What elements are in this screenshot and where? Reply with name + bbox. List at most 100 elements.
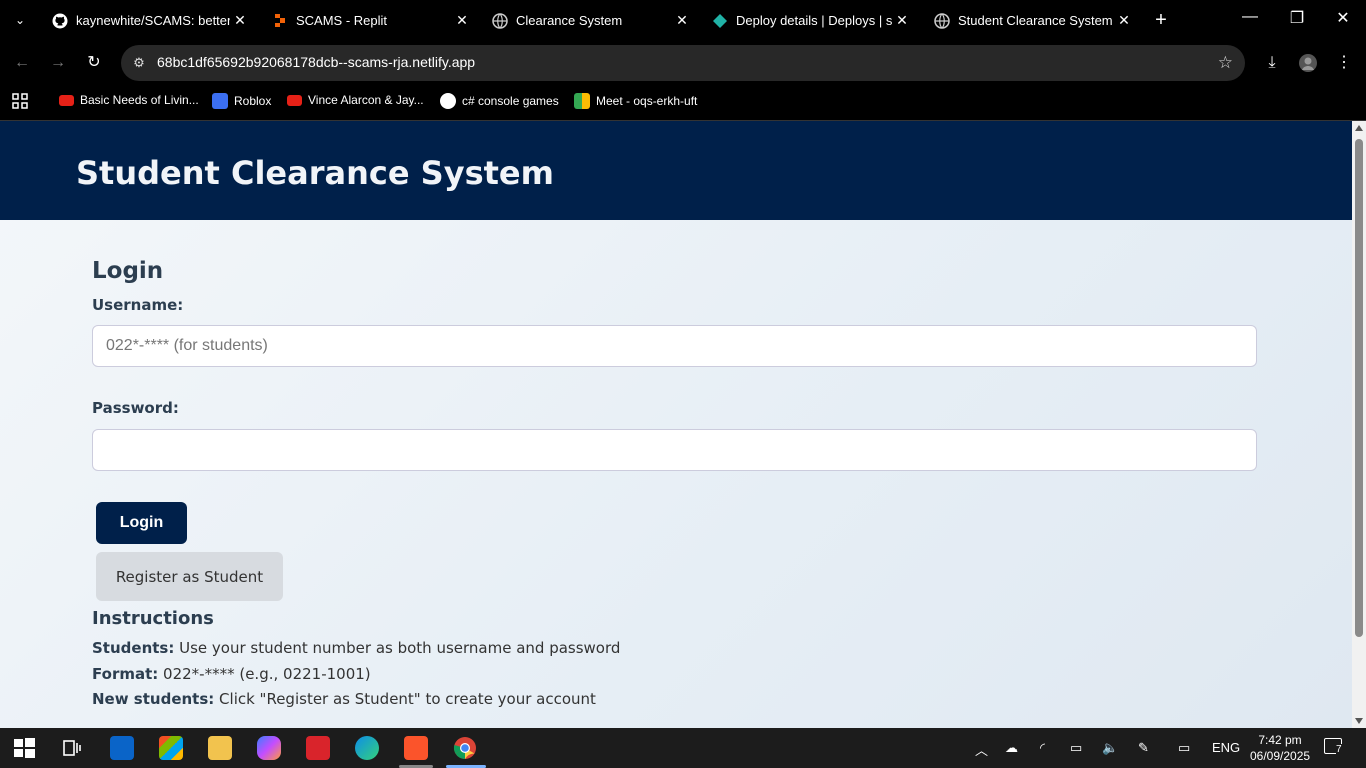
- globe-icon: [492, 12, 508, 29]
- close-icon[interactable]: ✕: [452, 12, 472, 29]
- file-explorer-icon[interactable]: [208, 736, 232, 760]
- tab-title: Deploy details | Deploys | sc: [736, 13, 892, 28]
- instruction-text: 022*-**** (e.g., 0221-1001): [158, 665, 371, 683]
- bookmark-item[interactable]: Meet - oqs-erkh-uft: [574, 93, 697, 109]
- scroll-down-icon[interactable]: [1355, 718, 1363, 724]
- close-icon[interactable]: ✕: [1114, 12, 1134, 29]
- forward-icon[interactable]: →: [46, 51, 70, 75]
- bookmark-label: c# console games: [462, 94, 559, 108]
- close-window-icon[interactable]: ✕: [1328, 8, 1358, 28]
- minimize-icon[interactable]: —: [1235, 8, 1265, 26]
- username-label: Username:: [92, 296, 184, 314]
- tab-replit[interactable]: SCAMS - Replit ✕: [260, 0, 478, 41]
- youtube-icon: [59, 94, 74, 106]
- instruction-line: Students: Use your student number as bot…: [92, 639, 620, 657]
- clock[interactable]: 7:42 pm 06/09/2025: [1250, 732, 1310, 764]
- login-button[interactable]: Login: [96, 502, 187, 544]
- close-icon[interactable]: ✕: [892, 12, 912, 29]
- instruction-line: Format: 022*-**** (e.g., 0221-1001): [92, 665, 371, 683]
- bookmark-star-icon[interactable]: ☆: [1218, 53, 1233, 73]
- apps-icon[interactable]: [12, 93, 28, 109]
- tab-scams-github[interactable]: kaynewhite/SCAMS: better c ✕: [40, 0, 256, 41]
- time-text: 7:42 pm: [1258, 733, 1302, 747]
- outlook-icon[interactable]: [110, 736, 134, 760]
- github-icon: [52, 13, 68, 28]
- instruction-label: New students:: [92, 690, 215, 708]
- password-label: Password:: [92, 399, 179, 417]
- reload-icon[interactable]: ↻: [82, 51, 106, 75]
- bookmark-item[interactable]: Basic Needs of Livin...: [59, 93, 199, 107]
- instruction-line: New students: Click "Register as Student…: [92, 690, 596, 708]
- notification-icon[interactable]: 7: [1324, 738, 1342, 757]
- menu-icon[interactable]: ⋮: [1332, 51, 1356, 75]
- store-icon[interactable]: [159, 736, 183, 760]
- wifi-icon[interactable]: ◜: [1040, 740, 1045, 756]
- bookmark-item[interactable]: Vince Alarcon & Jay...: [287, 93, 424, 107]
- instruction-text: Use your student number as both username…: [174, 639, 621, 657]
- register-button[interactable]: Register as Student: [96, 552, 283, 601]
- pen-icon[interactable]: ✎: [1138, 740, 1149, 756]
- page-viewport: Student Clearance System Login Username:…: [0, 121, 1352, 728]
- copilot-icon[interactable]: [257, 736, 281, 760]
- replit-icon: [275, 13, 285, 27]
- close-icon[interactable]: ✕: [672, 12, 692, 29]
- volume-icon[interactable]: 🔈: [1102, 740, 1118, 756]
- tab-title: Clearance System: [516, 13, 623, 28]
- meet-icon: [574, 93, 590, 109]
- tab-title: kaynewhite/SCAMS: better c: [76, 13, 230, 28]
- tab-student-clearance-system[interactable]: Student Clearance System ✕: [922, 0, 1140, 41]
- tab-strip: ⌄ kaynewhite/SCAMS: better c ✕ SCAMS - R…: [0, 0, 1366, 41]
- youtube-icon: [287, 94, 302, 106]
- onedrive-icon[interactable]: ☁: [1005, 740, 1018, 756]
- download-icon[interactable]: ⤓: [1260, 51, 1284, 75]
- date-text: 06/09/2025: [1250, 749, 1311, 763]
- page-title: Student Clearance System: [76, 154, 554, 192]
- edge-icon[interactable]: [355, 736, 379, 760]
- back-icon[interactable]: ←: [10, 51, 34, 75]
- show-hidden-icons-icon[interactable]: ︿: [975, 740, 988, 759]
- bookmark-label: Vince Alarcon & Jay...: [308, 93, 424, 107]
- roblox-icon: [212, 93, 228, 109]
- tab-title: SCAMS - Replit: [296, 13, 388, 28]
- battery-icon[interactable]: ▭: [1070, 740, 1082, 756]
- new-tab-button[interactable]: +: [1150, 10, 1172, 30]
- task-view-icon[interactable]: [60, 736, 84, 760]
- username-input[interactable]: [92, 325, 1257, 367]
- instructions-heading: Instructions: [92, 608, 214, 629]
- scrollbar-thumb[interactable]: [1355, 139, 1363, 637]
- page-scrollbar[interactable]: [1352, 121, 1366, 728]
- brave-icon[interactable]: [404, 736, 428, 760]
- chrome-icon[interactable]: [453, 736, 477, 760]
- netlify-icon: [713, 13, 727, 28]
- windows-start-icon[interactable]: [12, 736, 36, 760]
- bookmark-label: Meet - oqs-erkh-uft: [596, 94, 698, 108]
- tab-clearance-system[interactable]: Clearance System ✕: [480, 0, 698, 41]
- taskbar: ︿ ☁ ◜ ▭ 🔈 ✎ ▭ ENG 7:42 pm 06/09/2025 7: [0, 728, 1366, 768]
- tab-netlify-deploy[interactable]: Deploy details | Deploys | sc ✕: [700, 0, 918, 41]
- site-info-icon[interactable]: ⚙: [129, 53, 149, 73]
- bookmark-item[interactable]: c# console games: [440, 93, 559, 109]
- language-indicator[interactable]: ENG: [1212, 740, 1240, 755]
- scroll-up-icon[interactable]: [1355, 125, 1363, 131]
- password-input[interactable]: [92, 429, 1257, 471]
- instruction-label: Students:: [92, 639, 175, 657]
- globe-icon: [934, 12, 950, 29]
- instruction-text: Click "Register as Student" to create yo…: [214, 690, 596, 708]
- navigation-bar: ← → ↻ ⚙ 68bc1df65692b92068178dcb--scams-…: [0, 41, 1366, 85]
- notification-count: 7: [1336, 744, 1342, 755]
- login-heading: Login: [92, 258, 164, 284]
- instruction-label: Format:: [92, 665, 159, 683]
- url-text[interactable]: 68bc1df65692b92068178dcb--scams-rja.netl…: [157, 54, 475, 70]
- bookmark-label: Roblox: [234, 94, 272, 108]
- bookmark-item[interactable]: Roblox: [212, 93, 271, 109]
- profile-avatar[interactable]: [1296, 51, 1320, 75]
- tab-title: Student Clearance System: [958, 13, 1113, 28]
- close-icon[interactable]: ✕: [230, 12, 250, 29]
- bookmark-label: Basic Needs of Livin...: [80, 93, 199, 107]
- restore-icon[interactable]: ❐: [1282, 8, 1312, 28]
- keyboard-icon[interactable]: ▭: [1178, 740, 1190, 756]
- address-bar[interactable]: ⚙ 68bc1df65692b92068178dcb--scams-rja.ne…: [121, 45, 1245, 81]
- tab-search-icon[interactable]: ⌄: [10, 10, 30, 30]
- github-icon: [440, 93, 456, 109]
- wps-office-icon[interactable]: [306, 736, 330, 760]
